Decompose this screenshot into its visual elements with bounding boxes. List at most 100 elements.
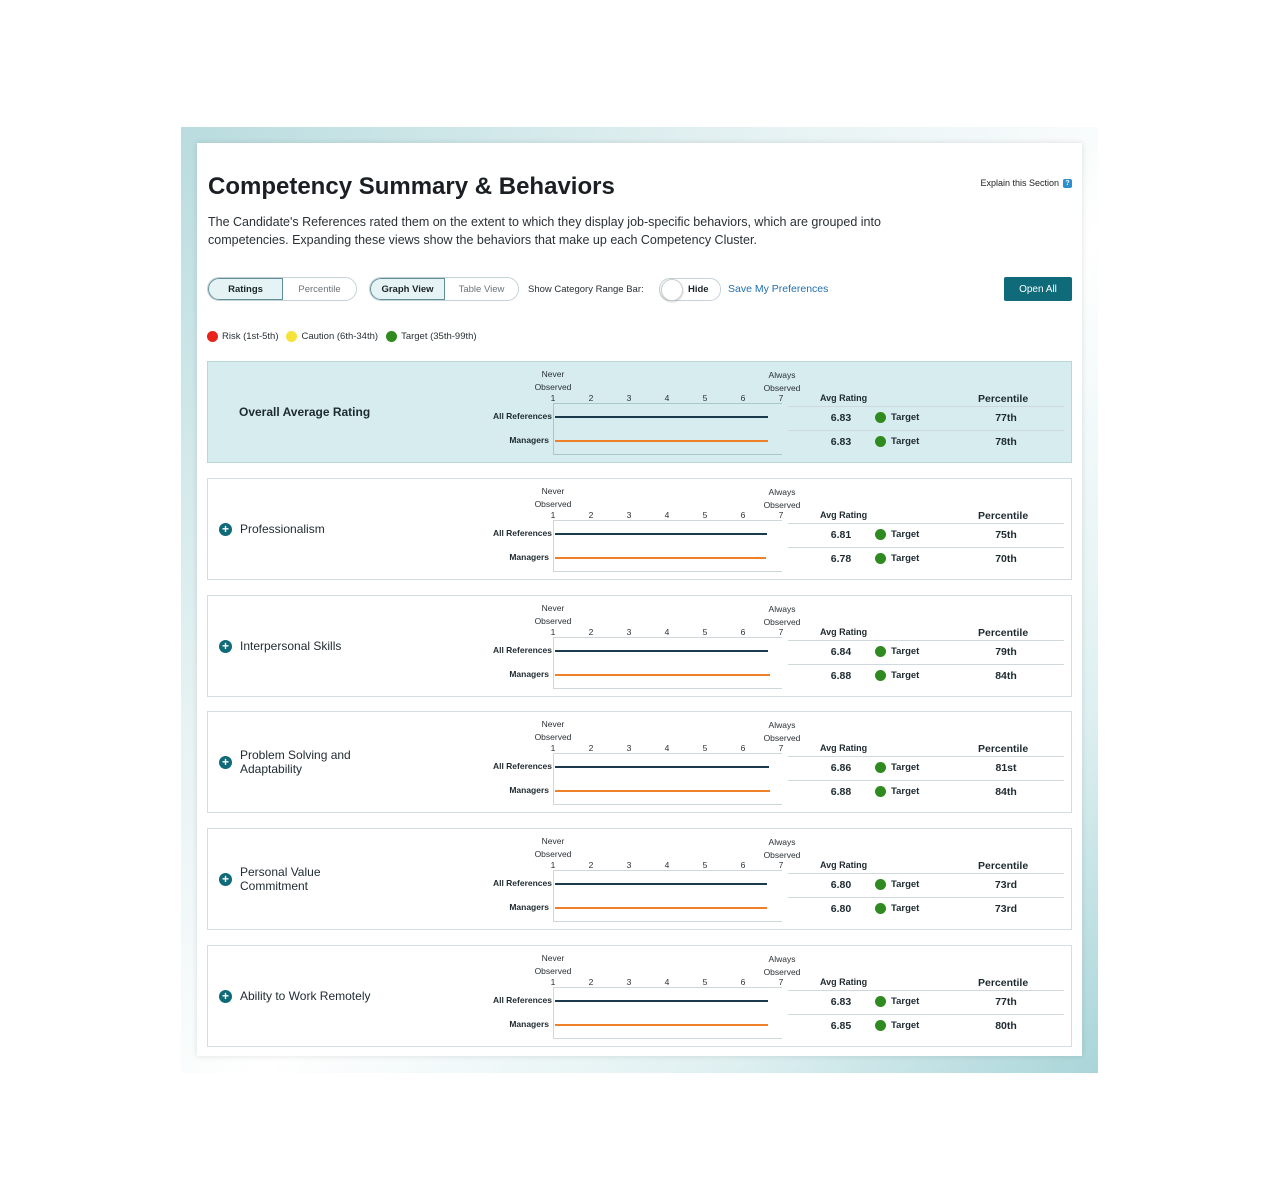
competency-name: + Personal Value Commitment (219, 829, 419, 929)
all-references-percentile: 75th (995, 529, 1017, 541)
all-references-rating-bar (555, 883, 767, 885)
tick-label: 5 (702, 977, 708, 987)
expand-plus-icon[interactable]: + (219, 639, 232, 653)
competency-name-label[interactable]: Problem Solving and Adaptability (240, 748, 370, 776)
status-label: Target (891, 646, 920, 657)
all-references-avg-rating: 6.84 (830, 646, 852, 658)
tick-label: 7 (778, 627, 784, 637)
divider (788, 664, 1064, 665)
avg-rating-header: Avg Rating (820, 627, 868, 637)
tick-label: 1 (550, 977, 556, 987)
tick-label: 7 (778, 860, 784, 870)
competency-name-label[interactable]: Interpersonal Skills (240, 639, 341, 653)
competency-panel-overall: Overall Average Rating Never Observed Al… (207, 361, 1072, 463)
all-references-percentile: 81st (995, 762, 1017, 774)
all-references-label: All References (492, 411, 552, 421)
page-title: Competency Summary & Behaviors (208, 173, 615, 200)
percentile-header: Percentile (978, 743, 1029, 755)
avg-rating-header: Avg Rating (820, 860, 868, 870)
tick-label: 2 (588, 977, 594, 987)
never-observed-label: Never Observed (534, 603, 572, 626)
expand-plus-icon[interactable]: + (219, 872, 232, 886)
tick-label: 1 (550, 860, 556, 870)
rating-plot-area (553, 520, 782, 572)
managers-avg-rating: 6.88 (830, 670, 852, 682)
all-references-label: All References (492, 995, 552, 1005)
explain-section-label: Explain this Section (980, 178, 1059, 188)
tick-label: 2 (588, 743, 594, 753)
risk-dot-icon (207, 331, 218, 342)
rating-plot-area (553, 987, 782, 1039)
table-view-option[interactable]: Table View (445, 278, 518, 300)
never-observed-label: Never Observed (534, 369, 572, 392)
rating-plot-area (553, 403, 782, 455)
status-label: Target (891, 412, 920, 423)
status-label: Target (891, 786, 920, 797)
status-label: Target (891, 762, 920, 773)
tick-label: 5 (702, 860, 708, 870)
managers-label: Managers (509, 1019, 549, 1029)
competency-panel: + Ability to Work Remotely Never Observe… (207, 945, 1072, 1047)
competency-name: Overall Average Rating (239, 362, 439, 462)
percentile-header: Percentile (978, 627, 1029, 639)
all-references-status: Target (875, 412, 919, 423)
open-all-button[interactable]: Open All (1004, 277, 1072, 301)
tick-label: 1 (550, 627, 556, 637)
target-dot-icon (875, 762, 886, 773)
expand-plus-icon[interactable]: + (219, 989, 232, 1003)
competency-name-label[interactable]: Ability to Work Remotely (240, 989, 370, 1003)
graph-view-option[interactable]: Graph View (370, 278, 445, 300)
range-bar-toggle[interactable]: Hide (659, 278, 721, 301)
tick-label: 5 (702, 393, 708, 403)
all-references-status: Target (875, 879, 919, 890)
all-references-percentile: 73rd (994, 879, 1018, 891)
divider (788, 640, 1064, 641)
managers-rating-bar (555, 1024, 769, 1026)
tick-label: 7 (778, 510, 784, 520)
score-type-toggle: Ratings Percentile (207, 277, 357, 301)
target-dot-icon (875, 670, 886, 681)
tick-label: 1 (550, 510, 556, 520)
managers-status: Target (875, 903, 919, 914)
status-label: Target (891, 553, 920, 564)
competency-name-label[interactable]: Personal Value Commitment (240, 865, 340, 893)
managers-percentile: 80th (995, 1020, 1017, 1032)
percentile-header: Percentile (978, 977, 1029, 989)
divider (788, 406, 1064, 407)
ratings-option[interactable]: Ratings (208, 278, 283, 300)
rating-scale-ticks: 1 2 3 4 5 6 7 (551, 393, 784, 403)
expand-plus-icon[interactable]: + (219, 522, 232, 536)
target-dot-icon (875, 786, 886, 797)
caution-dot-icon (286, 331, 298, 342)
all-references-rating-bar (555, 650, 769, 652)
divider (788, 990, 1064, 991)
explain-section-link[interactable]: Explain this Section ? (980, 178, 1072, 188)
managers-rating-bar (555, 907, 767, 909)
competency-panel: + Personal Value Commitment Never Observ… (207, 828, 1072, 930)
competency-summary-card: Competency Summary & Behaviors Explain t… (197, 143, 1082, 1056)
tick-label: 4 (664, 510, 670, 520)
managers-label: Managers (509, 902, 549, 912)
competency-panel: + Problem Solving and Adaptability Never… (207, 711, 1072, 813)
legend-target: Target (35th-99th) (386, 331, 477, 342)
target-dot-icon (875, 412, 886, 423)
managers-label: Managers (509, 435, 549, 445)
percentile-header: Percentile (978, 860, 1029, 872)
managers-rating-bar (555, 790, 770, 792)
managers-status: Target (875, 1020, 919, 1031)
divider (788, 780, 1064, 781)
tick-label: 3 (626, 977, 632, 987)
managers-percentile: 73rd (994, 903, 1018, 915)
all-references-rating-bar (555, 416, 768, 418)
percentile-option[interactable]: Percentile (283, 278, 356, 300)
all-references-label: All References (492, 645, 552, 655)
tick-label: 4 (664, 977, 670, 987)
status-label: Target (891, 1020, 920, 1031)
tick-label: 4 (664, 743, 670, 753)
expand-plus-icon[interactable]: + (219, 755, 232, 769)
managers-rating-bar (555, 440, 768, 442)
competency-name-label[interactable]: Professionalism (240, 522, 325, 536)
legend-risk-label: Risk (1st-5th) (222, 331, 279, 342)
help-icon: ? (1063, 178, 1072, 188)
save-preferences-link[interactable]: Save My Preferences (728, 283, 828, 295)
